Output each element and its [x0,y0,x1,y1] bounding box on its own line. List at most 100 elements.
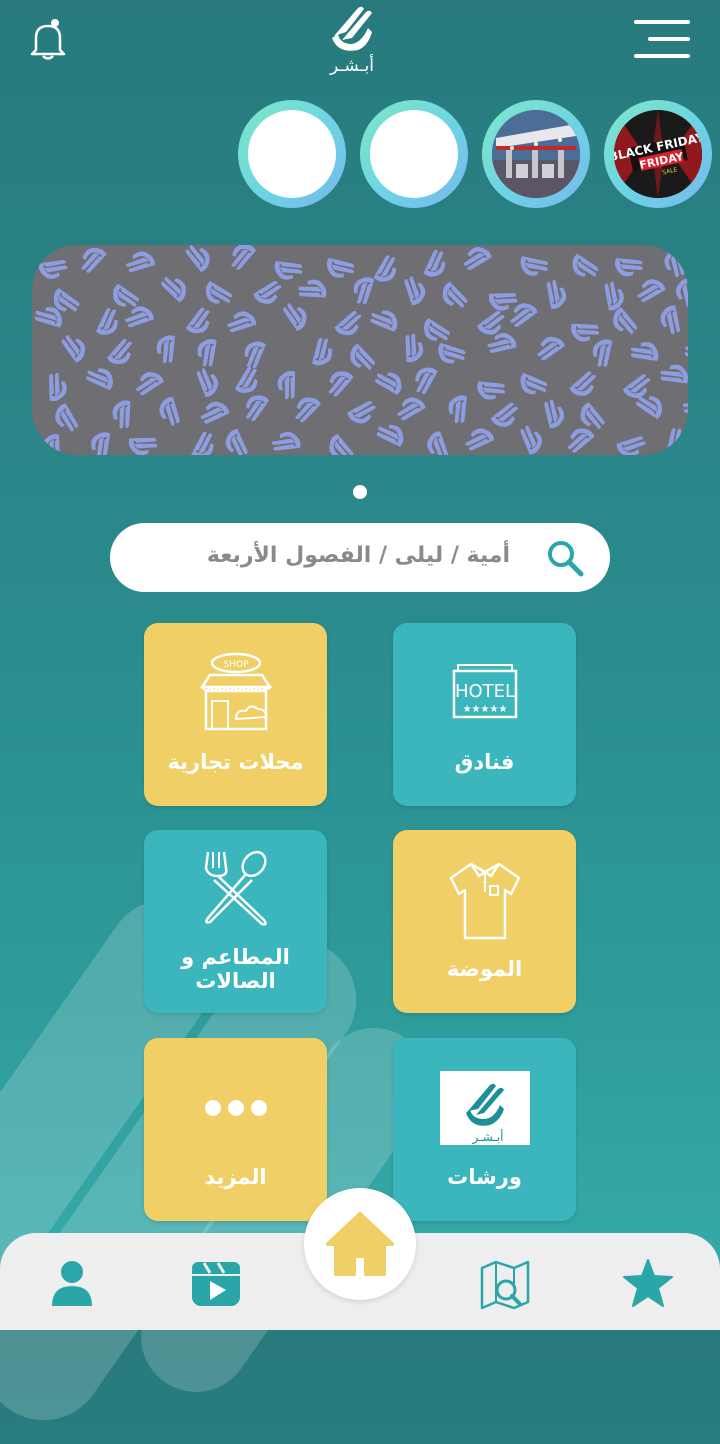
pattern-hand-icon [657,359,688,395]
pattern-hand-icon [268,426,305,455]
pattern-hand-icon [516,246,552,281]
pattern-hand-icon [192,335,227,370]
pattern-hand-icon [635,393,664,422]
pattern-hand-icon [613,427,648,455]
shop-icon: SHOP [199,652,272,731]
pattern-hand-icon [621,370,652,401]
pattern-hand-icon [51,401,84,434]
pattern-hand-icon [412,365,442,396]
category-label: المزيد [204,1165,267,1189]
pattern-hand-icon [198,397,232,431]
pattern-hand-icon [90,306,122,338]
category-label: فنادق [454,750,515,774]
pattern-hand-icon [85,428,121,455]
pattern-hand-icon [224,306,260,342]
pattern-hand-icon [349,342,377,371]
category-label: ورشات [447,1165,522,1189]
pattern-hand-icon [534,396,570,432]
pattern-hand-icon [221,426,255,455]
pattern-hand-icon [81,247,107,274]
pattern-hand-icon [278,302,310,333]
carousel-dot-active[interactable] [353,485,367,499]
pattern-hand-icon [611,306,641,336]
home-button[interactable] [304,1188,416,1300]
pattern-hand-icon [36,369,73,406]
home-icon [326,1212,394,1276]
pattern-hand-icon [303,335,338,369]
category-label: الموضة [446,957,523,981]
pattern-hand-icon [251,275,283,308]
pattern-hand-icon [134,369,166,401]
pattern-hand-icon [679,389,688,425]
pattern-hand-icon [294,396,322,424]
category-fashion[interactable]: الموضة [393,830,576,1013]
more-dots-icon [204,1100,267,1116]
story-empty[interactable] [360,100,468,208]
pattern-hand-icon [395,394,428,427]
pattern-hand-icon [461,245,494,276]
pattern-hand-icon [512,423,547,455]
profile-icon[interactable] [46,1258,98,1310]
svg-text:أبـشـر: أبـشـر [471,1129,503,1145]
pattern-hand-icon [374,421,406,452]
search-icon[interactable] [544,537,586,579]
pattern-hand-icon [567,311,603,348]
app-logo-icon: أبـشـر [439,1071,530,1145]
hand-logo-icon [332,6,372,51]
menu-icon[interactable] [632,20,690,58]
pattern-hand-icon [517,366,550,399]
pattern-hand-icon [52,286,81,314]
story-black-friday[interactable]: BLACK FRIDAY FRIDAY SALE [604,100,712,208]
pattern-hand-icon [395,273,430,309]
promo-banner[interactable] [32,245,688,455]
pattern-hand-icon [272,367,308,403]
pattern-hand-icon [509,300,540,331]
pattern-hand-icon [151,331,187,367]
hotel-icon: HOTEL ★★★★★ [452,664,517,719]
gas-station-image [492,110,580,198]
pattern-hand-icon [270,250,306,286]
pattern-hand-icon [593,278,630,315]
pattern-hand-icon [566,426,596,455]
pattern-hand-icon [36,430,73,455]
story-gas-station[interactable] [482,100,590,208]
category-workshops[interactable]: أبـشـر ورشات [393,1038,576,1221]
pattern-hand-icon [295,274,331,310]
pattern-hand-icon [443,391,478,427]
pattern-hand-icon [204,277,234,307]
story-empty[interactable] [238,100,346,208]
pattern-hand-icon [655,301,688,338]
pattern-hand-icon [578,401,608,431]
map-search-icon[interactable] [480,1258,532,1310]
pattern-hand-icon [182,245,212,274]
pattern-hand-icon [112,281,140,310]
svg-text:★★★★★: ★★★★★ [462,704,507,715]
star-icon[interactable] [622,1258,674,1310]
category-hotels[interactable]: HOTEL ★★★★★ فنادق [393,623,576,806]
pattern-hand-icon [345,394,378,428]
pattern-hand-icon [154,393,190,429]
pattern-hand-icon [186,430,217,455]
pattern-hand-icon [635,275,668,308]
category-restaurants[interactable]: المطاعم و الصالات [144,830,327,1013]
notification-bell-icon[interactable] [28,18,68,60]
pattern-hand-icon [328,371,354,397]
pattern-hand-icon [123,246,159,282]
video-icon[interactable] [190,1258,242,1310]
pattern-hand-icon [463,424,497,455]
pattern-hand-icon [84,364,116,396]
pattern-hand-icon [475,306,506,338]
pattern-hand-icon [327,432,357,455]
pattern-hand-icon [670,274,688,310]
category-shops[interactable]: SHOP محلات تجارية [144,623,327,806]
category-more[interactable]: المزيد [144,1038,327,1221]
shirt-icon [449,862,520,940]
search-input[interactable]: أمية / ليلى / الفصول الأربعة [207,543,510,568]
pattern-hand-icon [435,335,469,369]
pattern-hand-icon [57,333,88,365]
pattern-hand-icon [124,425,161,455]
hand-pattern-background [32,245,688,455]
pattern-hand-icon [373,369,404,399]
pattern-hand-icon [393,330,429,367]
search-bar[interactable]: أمية / ليلى / الفصول الأربعة [110,523,610,592]
